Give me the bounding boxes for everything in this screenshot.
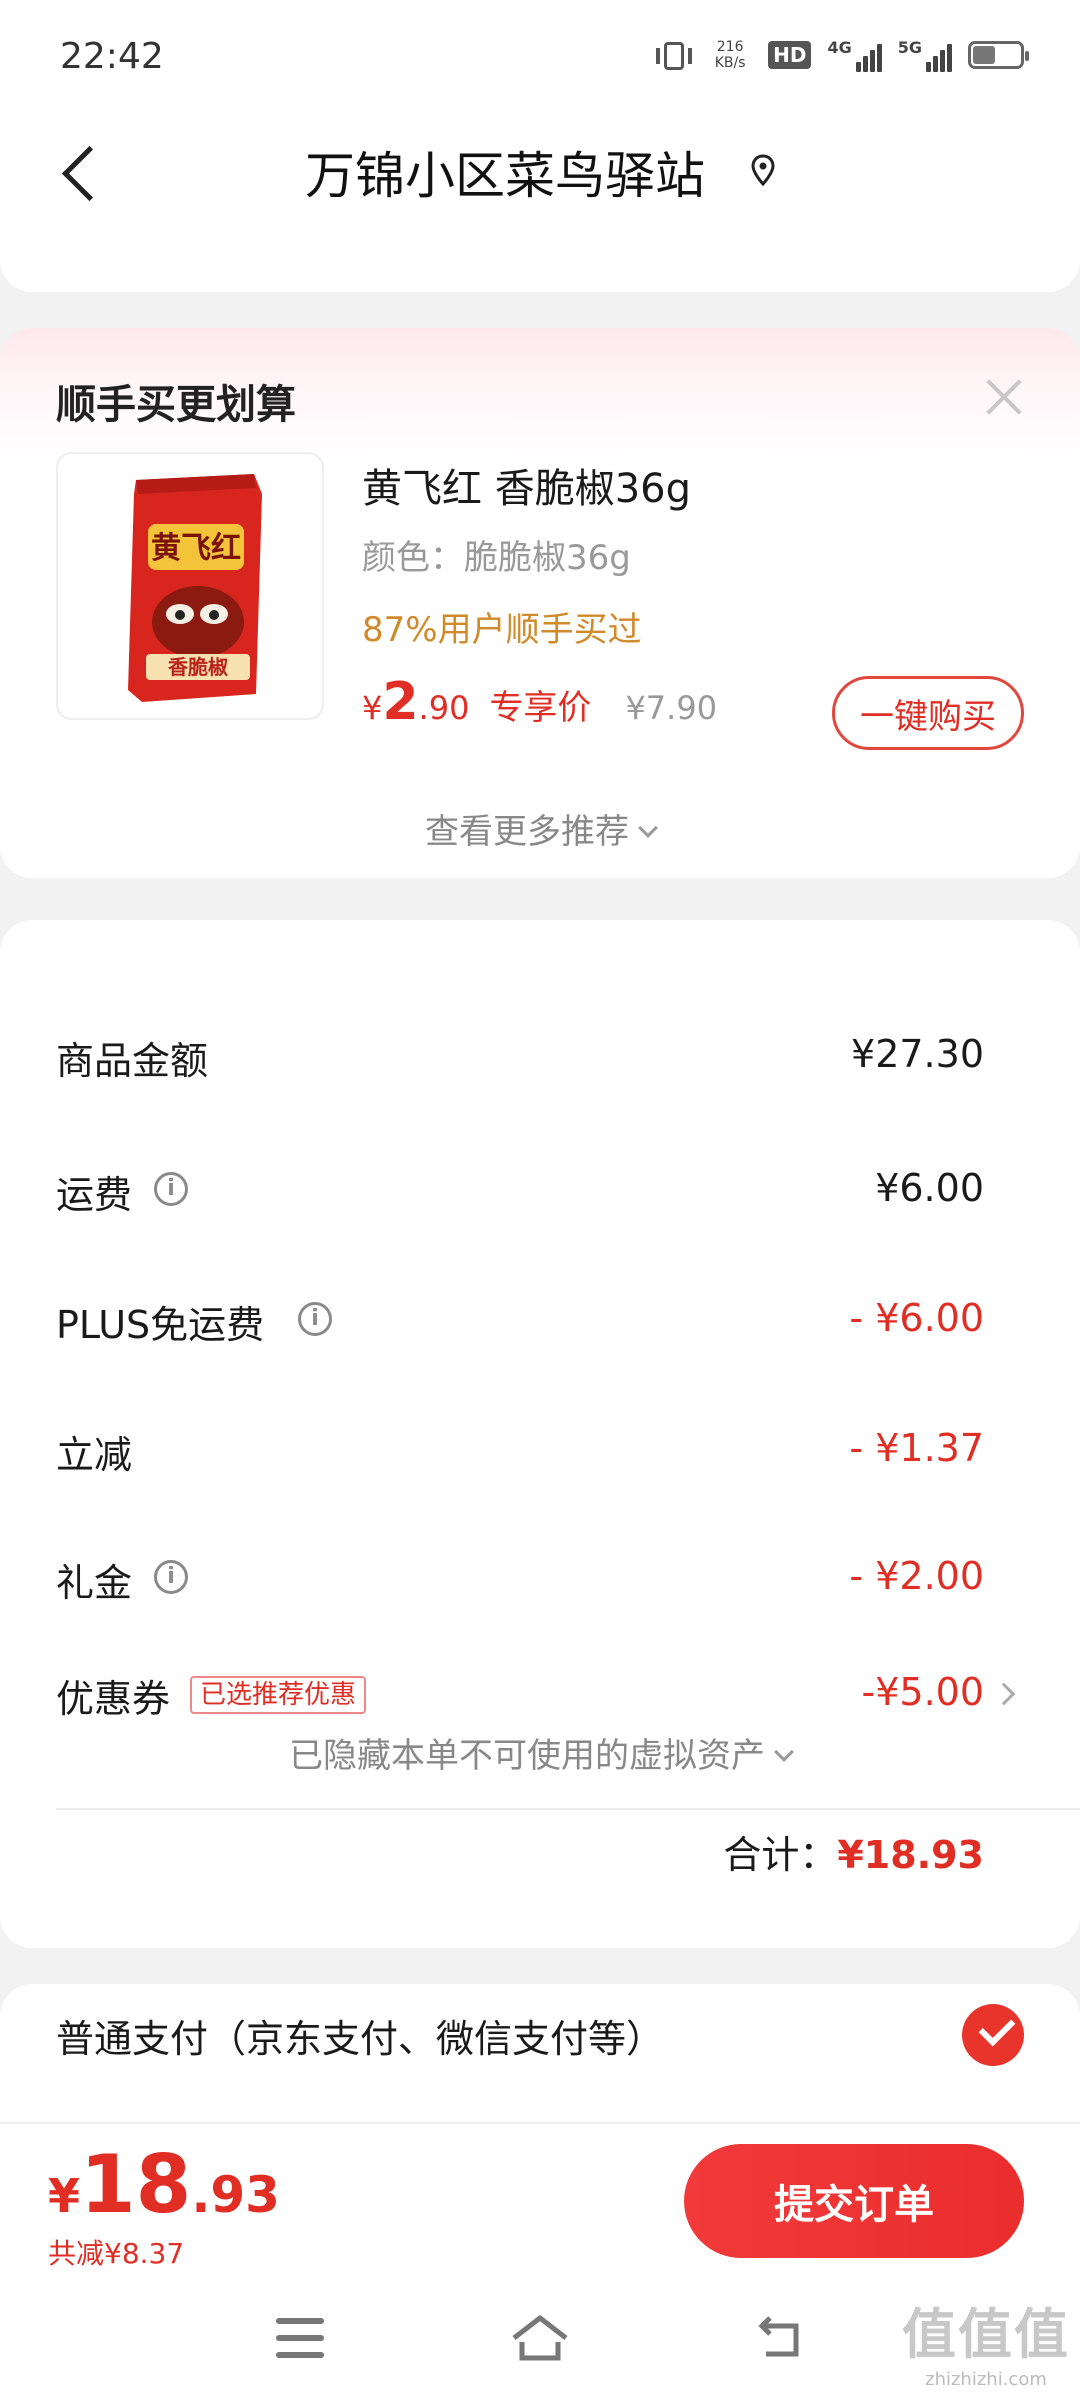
row-plus-free-shipping: PLUS免运费 i - ¥6.00 <box>0 1284 1080 1364</box>
info-icon[interactable]: i <box>298 1302 332 1336</box>
product-price-row: ¥ 2 .90 专享价 ¥7.90 <box>362 672 717 732</box>
divider <box>56 1808 1080 1810</box>
row-label: 礼金 <box>56 1561 133 1605</box>
row-value: - ¥2.00 <box>849 1554 984 1598</box>
net-speed-unit: KB/s <box>714 55 746 71</box>
price-symbol: ¥ <box>362 689 383 727</box>
back-nav-icon[interactable] <box>756 2312 806 2362</box>
status-time: 22:42 <box>60 36 164 77</box>
row-label: 商品金额 <box>56 1039 209 1083</box>
menu-icon[interactable] <box>276 2318 324 2358</box>
checkmark-icon[interactable] <box>962 2004 1024 2066</box>
net-speed-value: 216 <box>716 39 744 55</box>
bottom-price-integer: 18 <box>80 2138 192 2231</box>
more-recommendations-link[interactable]: 查看更多推荐 <box>0 804 1080 853</box>
info-icon[interactable]: i <box>154 1172 188 1206</box>
row-label: 立减 <box>56 1433 133 1477</box>
location-pin-icon[interactable] <box>750 154 776 186</box>
product-image[interactable]: 黄飞红 香脆椒 <box>56 452 324 720</box>
home-icon[interactable] <box>510 2312 570 2364</box>
product-spec: 颜色：脆脆椒36g <box>362 538 631 578</box>
package-flavor-text: 香脆椒 <box>168 655 228 679</box>
row-label: 优惠券 <box>56 1677 171 1721</box>
hidden-assets-label: 已隐藏本单不可使用的虚拟资产 <box>289 1736 765 1776</box>
row-value: ¥6.00 <box>875 1166 984 1210</box>
row-value: -¥5.00 <box>861 1670 985 1714</box>
bottom-price-decimal: .93 <box>191 2166 280 2224</box>
signal-5g-label: 5G <box>897 38 922 57</box>
signal-4g-icon: 4G <box>827 38 882 72</box>
bottom-checkout-bar: ¥ 18 .93 共减¥8.37 提交订单 <box>0 2122 1080 2280</box>
exclusive-price-tag: 专享价 <box>489 688 592 728</box>
upsell-card: 顺手买更划算 黄飞红 香脆椒 黄飞红 香脆椒36g 颜色：脆脆椒36g 87%用… <box>0 328 1080 878</box>
row-label: PLUS免运费 <box>56 1303 265 1347</box>
row-value: ¥27.30 <box>851 1032 984 1076</box>
bottom-total-price: ¥ 18 .93 <box>48 2138 280 2231</box>
page-title: 万锦小区菜鸟驿站 <box>305 147 705 205</box>
coupon-recommended-tag: 已选推荐优惠 <box>190 1676 367 1714</box>
signal-5g-icon: 5G <box>898 38 952 72</box>
vibrate-icon <box>656 38 693 72</box>
price-decimal: .90 <box>418 689 470 727</box>
signal-4g-label: 4G <box>827 38 852 57</box>
row-goods-amount: 商品金额 ¥27.30 <box>0 1020 1080 1100</box>
info-icon[interactable]: i <box>154 1560 188 1594</box>
header: 万锦小区菜鸟驿站 <box>0 118 1080 292</box>
upsell-title: 顺手买更划算 <box>56 382 296 428</box>
bottom-price-symbol: ¥ <box>48 2169 81 2223</box>
one-click-buy-button[interactable]: 一键购买 <box>832 676 1024 750</box>
row-gift-money: 礼金 i - ¥2.00 <box>0 1542 1080 1622</box>
hidden-assets-toggle[interactable]: 已隐藏本单不可使用的虚拟资产 <box>0 1728 1080 1777</box>
hd-icon: HD <box>768 41 812 69</box>
row-coupon[interactable]: 优惠券 已选推荐优惠 -¥5.00 <box>0 1658 1080 1738</box>
close-icon[interactable] <box>984 376 1024 416</box>
chevron-right-icon <box>992 1682 1016 1706</box>
submit-order-button[interactable]: 提交订单 <box>684 2144 1024 2258</box>
chevron-down-icon <box>638 818 658 838</box>
chevron-down-icon <box>774 1742 794 1762</box>
package-brand-text: 黄飞红 <box>151 531 241 566</box>
net-speed: 216 KB/s <box>708 39 752 71</box>
snack-package-image: 黄飞红 香脆椒 <box>128 474 262 702</box>
total-saved-text: 共减¥8.37 <box>48 2237 185 2270</box>
product-name[interactable]: 黄飞红 香脆椒36g <box>362 456 691 514</box>
price-integer: 2 <box>382 672 419 732</box>
watermark-url: zhizhizhi.com <box>925 2369 1047 2390</box>
product-buy-stat: 87%用户顺手买过 <box>362 610 642 650</box>
watermark-logo: 值值值 <box>902 2303 1070 2366</box>
row-value: - ¥1.37 <box>849 1426 984 1470</box>
total-value: ¥18.93 <box>837 1833 984 1877</box>
row-shipping: 运费 i ¥6.00 <box>0 1154 1080 1234</box>
status-bar: 22:42 216 KB/s HD 4G 5G <box>0 0 1080 118</box>
original-price: ¥7.90 <box>625 689 718 727</box>
row-label: 运费 <box>56 1173 133 1217</box>
payment-method-label: 普通支付（京东支付、微信支付等） <box>56 2017 665 2061</box>
row-instant-discount: 立减 - ¥1.37 <box>0 1414 1080 1494</box>
battery-icon <box>968 41 1029 69</box>
status-icons: 216 KB/s HD 4G 5G <box>656 38 1029 72</box>
row-value: - ¥6.00 <box>849 1296 984 1340</box>
more-recommendations-label: 查看更多推荐 <box>425 812 629 852</box>
watermark: 值值值 zhizhizhi.com <box>902 2290 1070 2390</box>
checkout-page: 22:42 216 KB/s HD 4G 5G 万锦小区菜鸟驿站 顺手买更划算 … <box>0 0 1080 2400</box>
amount-summary-card: 商品金额 ¥27.30 运费 i ¥6.00 PLUS免运费 i - ¥6.00… <box>0 920 1080 1948</box>
total-label: 合计： <box>723 1833 838 1877</box>
order-total: 合计：¥18.93 <box>723 1824 984 1879</box>
